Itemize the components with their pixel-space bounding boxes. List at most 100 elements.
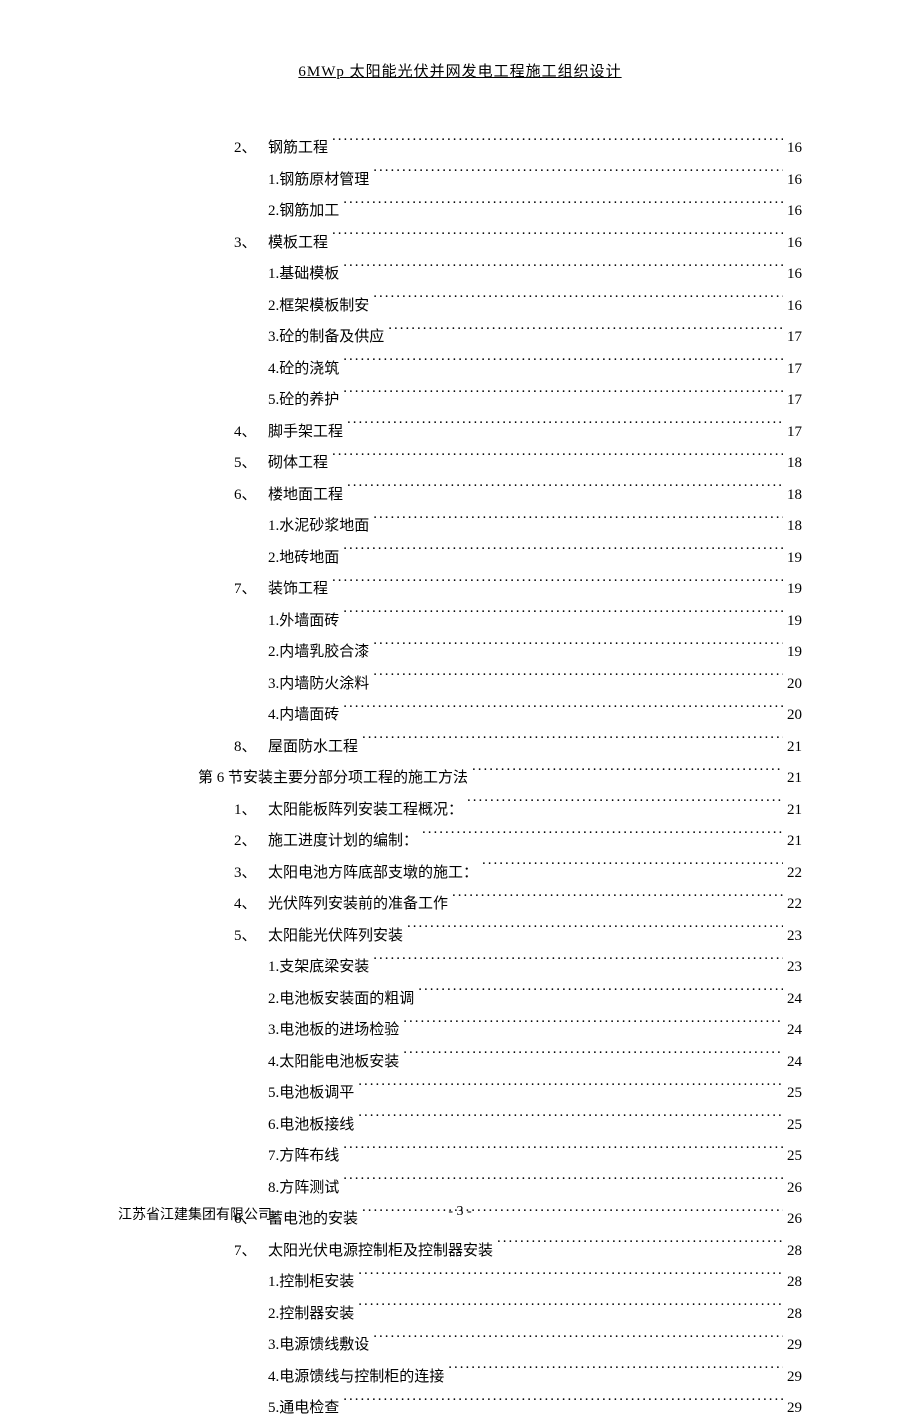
toc-entry: 2、施工进度计划的编制：21 bbox=[118, 826, 802, 858]
toc-entry: 1. 外墙面砖19 bbox=[118, 606, 802, 638]
table-of-contents: 2、钢筋工程161. 钢筋原材管理162. 钢筋加工163、模板工程161. 基… bbox=[118, 133, 802, 1425]
toc-entry-label: 支架底梁安装 bbox=[279, 952, 373, 984]
toc-entry: 1. 水泥砂浆地面18 bbox=[118, 511, 802, 543]
toc-dot-leader bbox=[343, 1145, 783, 1160]
toc-entry-label: 框架模板制安 bbox=[279, 291, 373, 323]
toc-entry-label: 控制器安装 bbox=[279, 1299, 358, 1331]
toc-entry-label: 砼的制备及供应 bbox=[279, 322, 388, 354]
toc-dot-leader bbox=[362, 736, 783, 751]
toc-entry: 4. 内墙面砖20 bbox=[118, 700, 802, 732]
toc-entry-label: 脚手架工程 bbox=[268, 417, 347, 449]
toc-entry-page: 18 bbox=[783, 511, 802, 543]
toc-dot-leader bbox=[332, 578, 783, 593]
toc-dot-leader bbox=[332, 137, 783, 152]
toc-entry: 1、太阳能板阵列安装工程概况：21 bbox=[118, 795, 802, 827]
toc-entry: 1. 控制柜安装28 bbox=[118, 1267, 802, 1299]
toc-entry-page: 25 bbox=[783, 1141, 802, 1173]
toc-entry-label: 电池板的进场检验 bbox=[279, 1015, 403, 1047]
toc-dot-leader bbox=[343, 200, 783, 215]
toc-entry-page: 17 bbox=[783, 322, 802, 354]
toc-dot-leader bbox=[373, 295, 783, 310]
toc-entry-label: 太阳能光伏阵列安装 bbox=[268, 921, 407, 953]
toc-dot-leader bbox=[343, 1177, 783, 1192]
toc-dot-leader bbox=[373, 956, 783, 971]
footer-page-number: - 3 - bbox=[448, 1204, 471, 1220]
toc-entry: 1. 钢筋原材管理16 bbox=[118, 165, 802, 197]
toc-entry-label: 装饰工程 bbox=[268, 574, 332, 606]
toc-entry: 3、太阳电池方阵底部支墩的施工：22 bbox=[118, 858, 802, 890]
toc-entry-number: 1. bbox=[268, 1267, 279, 1299]
toc-entry: 1. 支架底梁安装23 bbox=[118, 952, 802, 984]
toc-entry-number: 2. bbox=[268, 291, 279, 323]
toc-entry-page: 26 bbox=[783, 1173, 802, 1205]
toc-dot-leader bbox=[343, 263, 783, 278]
toc-entry-number: 7. bbox=[268, 1141, 279, 1173]
toc-entry-number: 1. bbox=[268, 606, 279, 638]
toc-dot-leader bbox=[332, 452, 783, 467]
toc-entry-label: 光伏阵列安装前的准备工作 bbox=[268, 889, 452, 921]
toc-entry-page: 20 bbox=[783, 700, 802, 732]
toc-entry-page: 16 bbox=[783, 259, 802, 291]
toc-entry-page: 21 bbox=[783, 795, 802, 827]
toc-entry-page: 22 bbox=[783, 889, 802, 921]
toc-entry-number: 3、 bbox=[234, 858, 268, 890]
toc-entry-page: 16 bbox=[783, 165, 802, 197]
toc-entry-label: 施工进度计划的编制： bbox=[268, 826, 422, 858]
toc-entry-page: 23 bbox=[783, 952, 802, 984]
toc-entry-number: 8、 bbox=[234, 732, 268, 764]
toc-entry: 3、模板工程16 bbox=[118, 228, 802, 260]
toc-entry-label: 电池板安装面的粗调 bbox=[279, 984, 418, 1016]
toc-entry-page: 19 bbox=[783, 606, 802, 638]
toc-entry-page: 19 bbox=[783, 574, 802, 606]
toc-entry-page: 28 bbox=[783, 1267, 802, 1299]
toc-entry-number: 2. bbox=[268, 543, 279, 575]
toc-entry-label: 砼的养护 bbox=[279, 385, 343, 417]
toc-entry-page: 16 bbox=[783, 196, 802, 228]
toc-dot-leader bbox=[497, 1240, 783, 1255]
toc-entry-number: 1、 bbox=[234, 795, 268, 827]
toc-entry-page: 28 bbox=[783, 1236, 802, 1268]
toc-entry-label: 水泥砂浆地面 bbox=[279, 511, 373, 543]
toc-entry-label: 太阳光伏电源控制柜及控制器安装 bbox=[268, 1236, 497, 1268]
toc-dot-leader bbox=[332, 232, 783, 247]
toc-entry: 第 6 节 安装主要分部分项工程的施工方法21 bbox=[118, 763, 802, 795]
toc-dot-leader bbox=[358, 1114, 783, 1129]
toc-entry-label: 电池板接线 bbox=[279, 1110, 358, 1142]
toc-entry-page: 21 bbox=[783, 763, 802, 795]
toc-entry-label: 电源馈线与控制柜的连接 bbox=[279, 1362, 448, 1394]
toc-entry-page: 19 bbox=[783, 543, 802, 575]
toc-entry: 3. 电池板的进场检验24 bbox=[118, 1015, 802, 1047]
toc-entry-label: 砌体工程 bbox=[268, 448, 332, 480]
toc-entry-number: 3. bbox=[268, 322, 279, 354]
toc-dot-leader bbox=[347, 484, 783, 499]
toc-entry-number: 3. bbox=[268, 1330, 279, 1362]
toc-entry-page: 28 bbox=[783, 1299, 802, 1331]
toc-entry-label: 通电检查 bbox=[279, 1393, 343, 1425]
toc-entry-number: 7、 bbox=[234, 1236, 268, 1268]
toc-entry-number: 5、 bbox=[234, 921, 268, 953]
toc-entry-number: 2. bbox=[268, 984, 279, 1016]
toc-entry: 5. 砼的养护17 bbox=[118, 385, 802, 417]
toc-entry: 6、楼地面工程18 bbox=[118, 480, 802, 512]
toc-entry: 7、太阳光伏电源控制柜及控制器安装 28 bbox=[118, 1236, 802, 1268]
toc-entry: 2. 框架模板制安16 bbox=[118, 291, 802, 323]
toc-entry-page: 21 bbox=[783, 826, 802, 858]
toc-entry-number: 3. bbox=[268, 1015, 279, 1047]
toc-dot-leader bbox=[388, 326, 783, 341]
toc-entry-number: 3、 bbox=[234, 228, 268, 260]
toc-dot-leader bbox=[373, 641, 783, 656]
toc-entry-number: 2. bbox=[268, 637, 279, 669]
toc-entry: 4. 砼的浇筑17 bbox=[118, 354, 802, 386]
toc-entry: 4. 太阳能电池板安装24 bbox=[118, 1047, 802, 1079]
toc-dot-leader bbox=[403, 1051, 783, 1066]
toc-entry-label: 方阵测试 bbox=[279, 1173, 343, 1205]
toc-entry-page: 29 bbox=[783, 1330, 802, 1362]
toc-dot-leader bbox=[358, 1303, 783, 1318]
toc-entry-page: 24 bbox=[783, 1047, 802, 1079]
page-footer: 江苏省江建集团有限公司 - 3 - bbox=[118, 1204, 802, 1224]
toc-entry-label: 内墙乳胶合漆 bbox=[279, 637, 373, 669]
toc-entry-label: 太阳能电池板安装 bbox=[279, 1047, 403, 1079]
toc-dot-leader bbox=[418, 988, 783, 1003]
toc-entry: 4. 电源馈线与控制柜的连接29 bbox=[118, 1362, 802, 1394]
toc-entry-number: 4. bbox=[268, 1362, 279, 1394]
